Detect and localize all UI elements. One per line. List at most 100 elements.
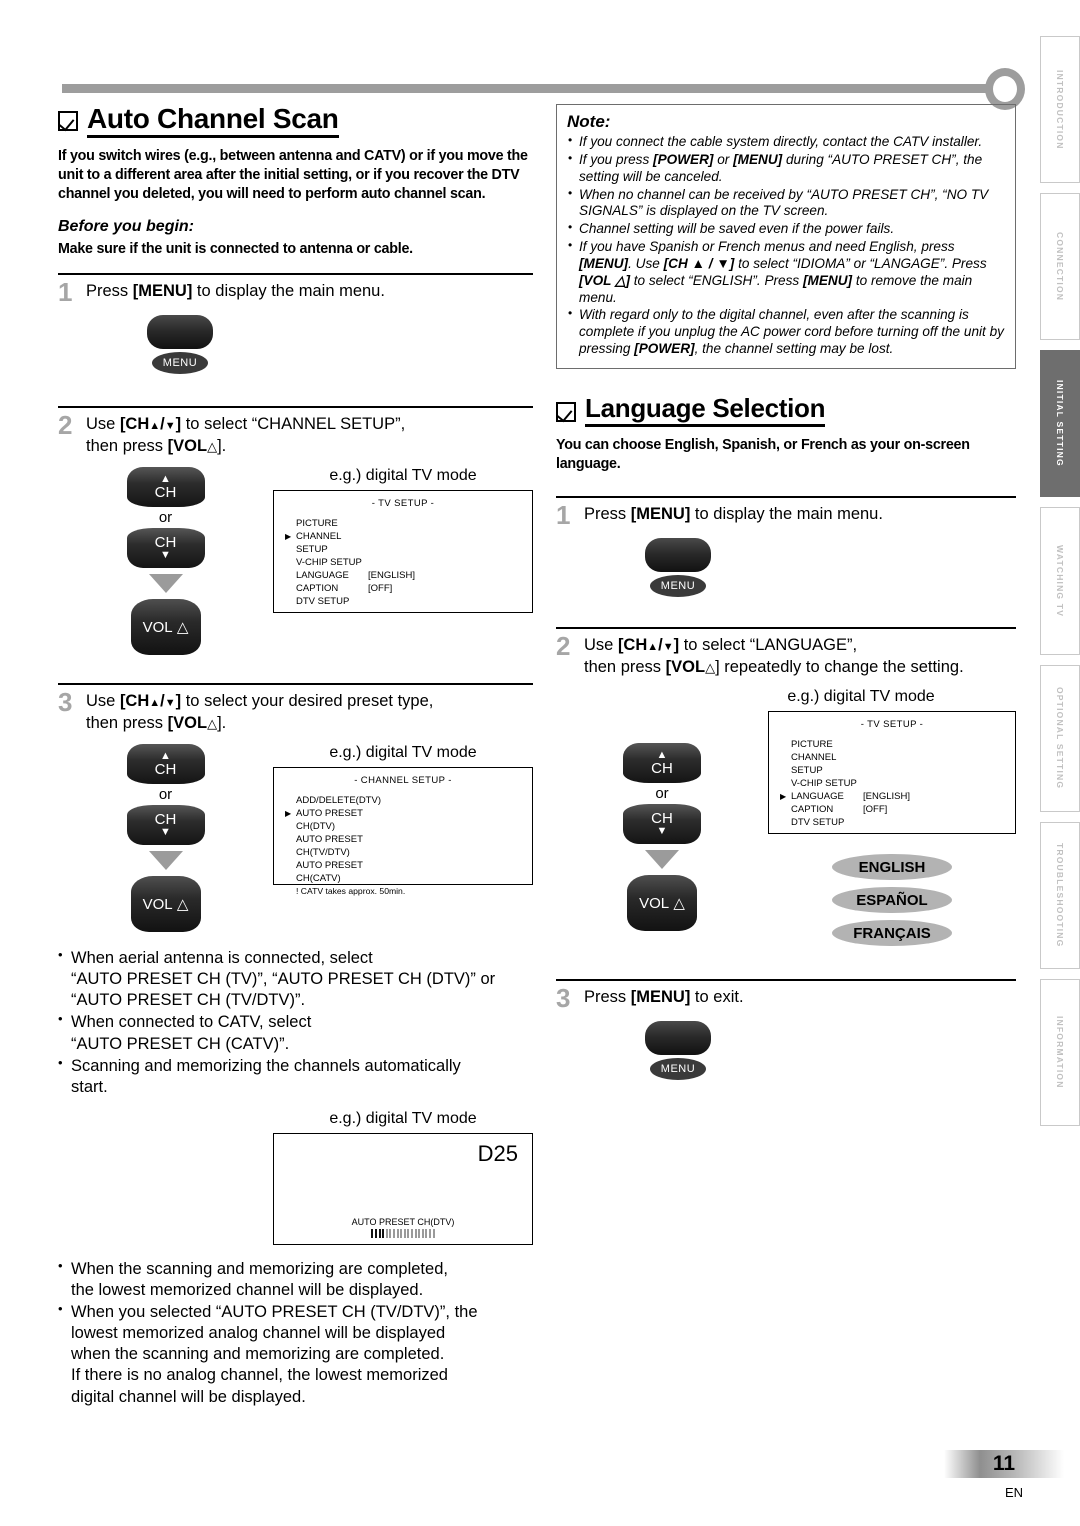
bullet-line: “AUTO PRESET CH (TV)”, “AUTO PRESET CH (… <box>71 970 496 989</box>
section-tab-watching-tv[interactable]: WATCHING TV <box>1040 507 1080 655</box>
example-caption: e.g.) digital TV mode <box>329 744 477 762</box>
osd-item-value: [OFF] <box>368 582 393 594</box>
step-text-e: to select “LANGUAGE”, <box>679 636 858 655</box>
step-text-f: then press <box>86 713 168 732</box>
osd-item-label: LANGUAGE <box>791 790 844 802</box>
before-you-begin-text: Make sure if the unit is connected to an… <box>58 241 413 258</box>
scan-progress-segment <box>385 1228 388 1238</box>
step-number: 1 <box>556 500 571 531</box>
checkbox-icon <box>556 401 576 422</box>
step-instruction: Press [MENU] to display the main menu. <box>86 281 385 302</box>
osd-menu-item[interactable]: V-CHIP SETUP <box>791 778 1015 791</box>
ch-down-key[interactable]: CH ▼ <box>126 805 205 846</box>
triangle-down-icon <box>165 415 176 433</box>
step-number: 2 <box>556 631 571 662</box>
note-text: , the channel setting may be lost. <box>694 341 894 357</box>
note-text: or <box>713 151 734 167</box>
step-number: 3 <box>556 983 571 1014</box>
bullet-line: start. <box>71 1077 108 1096</box>
osd-menu-item[interactable]: ▶ LANGUAGE [ENGLISH] <box>780 790 1015 804</box>
osd-menu-item[interactable]: AUTO PRESET CH(CATV) <box>296 860 532 886</box>
section-tab-optional-setting[interactable]: OPTIONAL SETTING <box>1040 664 1080 812</box>
ch-up-key[interactable]: ▲ CH <box>623 743 701 784</box>
osd-menu-item[interactable]: PICTURE <box>791 739 1015 752</box>
osd-menu-item[interactable]: ADD/DELETE(DTV) <box>296 795 532 808</box>
scan-progress-segment <box>371 1228 374 1238</box>
osd-item-label: DTV SETUP <box>791 816 845 828</box>
example-caption: e.g.) digital TV mode <box>787 688 935 706</box>
page-language-code: EN <box>1004 1485 1023 1500</box>
section-tab-introduction[interactable]: INTRODUCTION <box>1040 36 1080 184</box>
language-selection-intro: You can choose English, Spanish, or Fren… <box>556 437 970 473</box>
language-selection-heading: Language Selection <box>556 394 1016 428</box>
or-label: or <box>158 786 173 804</box>
vol-up-key[interactable]: VOL △ <box>627 875 697 932</box>
osd-menu-list: PICTURE CHANNEL SETUP V-CHIP SETUP ▶ LANGUAG… <box>780 739 1015 830</box>
osd-menu-item[interactable]: DTV SETUP <box>296 596 532 609</box>
scan-progress-segment <box>407 1228 410 1238</box>
left-step-2: 2 Use [CH/] to select “CHANNEL SETUP”, t… <box>58 406 533 656</box>
step-text-a: Press <box>584 505 631 524</box>
ch-down-label: CH <box>154 534 177 552</box>
scan-progress-segment <box>382 1228 385 1238</box>
section-tab-initial-setting[interactable]: INITIAL SETTING <box>1040 350 1080 498</box>
scan-progress-segment <box>432 1228 435 1238</box>
ch-up-key[interactable]: ▲ CH <box>126 467 205 508</box>
osd-menu-item[interactable]: AUTO PRESET CH(TV/DTV) <box>296 834 532 860</box>
vol-up-key[interactable]: VOL △ <box>130 876 201 933</box>
language-option-español[interactable]: ESPAÑOL <box>832 887 952 914</box>
osd-menu-item[interactable]: ▶ CHANNEL SETUP <box>285 531 532 557</box>
language-option-français[interactable]: FRANÇAIS <box>832 920 952 947</box>
bullet-item: When connected to CATV, select “AUTO PRES… <box>58 1011 533 1054</box>
osd-menu-item[interactable]: LANGUAGE [ENGLISH] <box>296 570 532 583</box>
key-menu: [MENU] <box>630 505 691 524</box>
bullet-line: lowest memorized analog channel will be … <box>71 1324 446 1343</box>
scan-progress-segment <box>421 1228 424 1238</box>
osd-menu-item[interactable]: ▶ AUTO PRESET CH(DTV) <box>285 808 532 834</box>
bullet-line: When you selected “AUTO PRESET CH (TV/DT… <box>71 1303 478 1322</box>
osd-item-label: PICTURE <box>296 518 338 530</box>
osd-menu-item[interactable]: V-CHIP SETUP <box>296 557 532 570</box>
bullet-line: If there is no analog channel, the lowes… <box>71 1366 448 1385</box>
triangle-up-icon <box>149 415 160 433</box>
note-text: to select “IDIOMA” or “LANGAGE”. Press <box>734 255 987 271</box>
step-text-e: to select “CHANNEL SETUP”, <box>181 415 406 434</box>
osd-item-value: [OFF] <box>863 803 888 815</box>
language-options: ENGLISH ESPAÑOL FRANÇAIS <box>768 854 1016 953</box>
osd-menu-item[interactable]: CHANNEL SETUP <box>791 752 1015 778</box>
language-option-english[interactable]: ENGLISH <box>832 854 952 881</box>
osd-menu-item[interactable]: DTV SETUP <box>791 817 1015 830</box>
vol-up-key[interactable]: VOL △ <box>130 599 201 656</box>
menu-button-graphic[interactable]: MENU <box>641 538 715 598</box>
step-text-c: to display the main menu. <box>192 282 385 301</box>
right-step-1: 1 Press [MENU] to display the main menu.… <box>556 496 1016 598</box>
key-vol: [VOL <box>167 436 208 455</box>
ch-down-label: CH <box>651 810 673 828</box>
ch-down-key[interactable]: CH ▼ <box>126 528 205 569</box>
ch-up-label: CH <box>651 760 673 778</box>
triangle-hollow-icon: △ <box>673 895 685 913</box>
ch-down-key[interactable]: CH ▼ <box>623 804 701 845</box>
osd-menu-item[interactable]: CAPTION [OFF] <box>296 583 532 596</box>
osd-menu-item[interactable]: PICTURE <box>296 518 532 531</box>
or-label: or <box>158 509 173 527</box>
osd-item-value: [ENGLISH] <box>863 790 910 802</box>
ch-up-key[interactable]: ▲ CH <box>126 744 205 785</box>
menu-button-graphic[interactable]: MENU <box>641 1021 715 1081</box>
bullet-line: “AUTO PRESET CH (CATV)”. <box>71 1034 290 1053</box>
bullet-line: “AUTO PRESET CH (TV/DTV)”. <box>71 991 306 1010</box>
bullet-item: When the scanning and memorizing are com… <box>58 1258 533 1301</box>
or-label: or <box>655 785 669 803</box>
step-number: 3 <box>58 687 73 718</box>
key-vol: [VOL <box>665 657 706 676</box>
section-tab-troubleshooting[interactable]: TROUBLESHOOTING <box>1040 821 1080 969</box>
section-tab-connection[interactable]: CONNECTION <box>1040 193 1080 341</box>
section-tab-label: TROUBLESHOOTING <box>1055 843 1065 948</box>
step-text-f: then press <box>86 436 168 455</box>
osd-menu-item[interactable]: CAPTION [OFF] <box>791 804 1015 817</box>
vol-key-label: VOL <box>639 894 670 912</box>
section-tab-information[interactable]: INFORMATION <box>1040 978 1080 1126</box>
note-box: Note: If you connect the cable system di… <box>556 104 1016 369</box>
page-number-bar: 11 <box>944 1450 1064 1478</box>
menu-button-graphic[interactable]: MENU <box>143 315 217 375</box>
